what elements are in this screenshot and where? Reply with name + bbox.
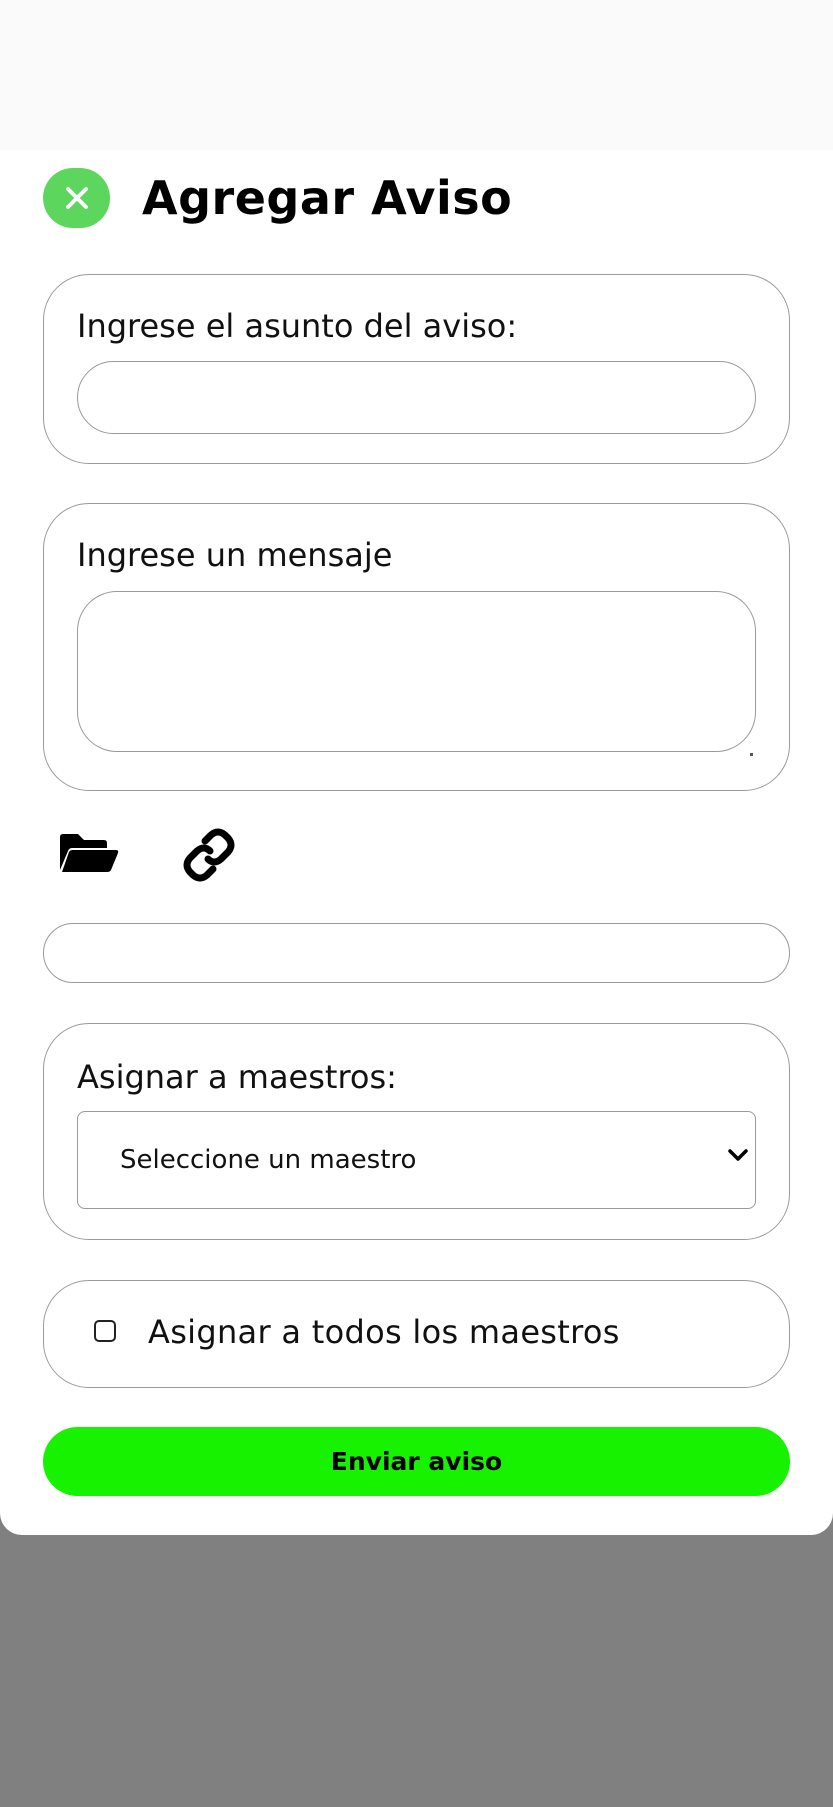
message-label: Ingrese un mensaje <box>77 536 393 574</box>
subject-label: Ingrese el asunto del aviso: <box>77 307 518 345</box>
attach-link-button[interactable] <box>180 828 238 887</box>
assign-label: Asignar a maestros: <box>77 1058 397 1096</box>
close-x-icon <box>65 187 88 209</box>
top-area <box>0 0 833 160</box>
subject-input[interactable] <box>77 361 756 434</box>
assign-all-card: Asignar a todos los maestros <box>43 1280 790 1388</box>
message-card: Ingrese un mensaje <box>43 503 790 791</box>
page-title: Agregar Aviso <box>142 171 513 225</box>
assign-card: Asignar a maestros: Seleccione un maestr… <box>43 1023 790 1240</box>
message-textarea[interactable] <box>77 591 756 752</box>
link-icon <box>183 828 235 882</box>
close-button[interactable] <box>43 168 110 228</box>
assign-all-checkbox[interactable] <box>94 1320 116 1342</box>
attachment-url-input[interactable] <box>43 923 790 983</box>
folder-open-icon <box>60 834 119 872</box>
teacher-select[interactable]: Seleccione un maestro <box>77 1111 756 1209</box>
teacher-select-value: Seleccione un maestro <box>120 1145 417 1175</box>
subject-card: Ingrese el asunto del aviso: <box>43 274 790 464</box>
attach-file-button[interactable] <box>58 832 120 879</box>
modal-header: Agregar Aviso <box>43 168 512 228</box>
assign-all-label: Asignar a todos los maestros <box>148 1313 620 1351</box>
resize-handle[interactable] <box>750 753 753 756</box>
submit-button[interactable]: Enviar aviso <box>43 1427 790 1496</box>
chevron-down-icon <box>728 1149 748 1161</box>
submit-button-label: Enviar aviso <box>330 1447 503 1476</box>
